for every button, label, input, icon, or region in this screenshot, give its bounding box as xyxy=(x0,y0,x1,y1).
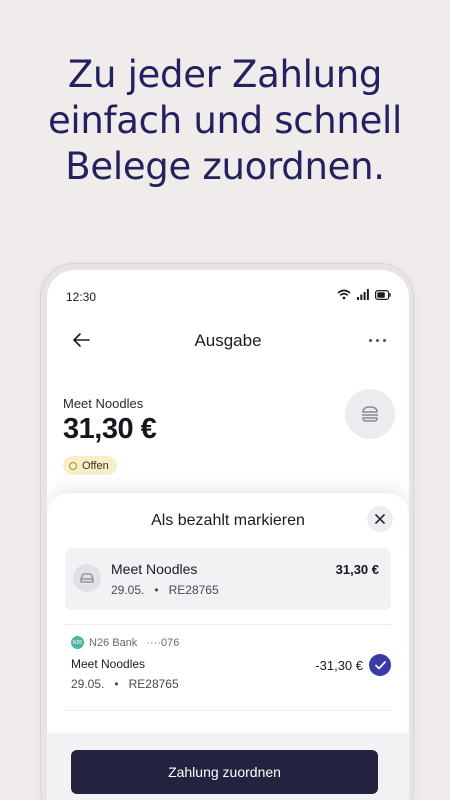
battery-icon xyxy=(375,289,391,300)
sheet-footer: Zahlung zuordnen xyxy=(47,733,409,800)
selected-checkbox[interactable] xyxy=(369,654,391,676)
check-icon xyxy=(374,660,386,669)
divider xyxy=(65,624,391,625)
headline: Zu jeder Zahlung einfach und schnell Bel… xyxy=(0,52,450,190)
bank-logo: N26 xyxy=(71,636,84,649)
mark-paid-sheet: Als bezahlt markieren Meet Noodles 29.05… xyxy=(47,493,409,800)
document-name: Meet Noodles xyxy=(111,561,198,577)
bank-payment-separator: • xyxy=(114,677,119,691)
bank-payment-amount: -31,30 € xyxy=(315,658,363,673)
document-meta: 29.05. • RE28765 xyxy=(111,583,219,597)
car-icon xyxy=(80,573,94,583)
divider xyxy=(65,710,391,711)
headline-line-3: Belege zuordnen. xyxy=(65,145,385,188)
burger-icon xyxy=(361,406,379,422)
document-reference: RE28765 xyxy=(168,583,219,597)
status-icons xyxy=(337,289,391,300)
document-separator: • xyxy=(154,583,159,597)
transaction-merchant: Meet Noodles xyxy=(63,396,144,411)
bank-payment-date: 29.05. xyxy=(71,677,105,691)
headline-line-2: einfach und schnell xyxy=(47,99,403,142)
top-bar: Ausgabe xyxy=(47,322,409,362)
status-bar: 12:30 xyxy=(47,270,409,320)
document-amount: 31,30 € xyxy=(335,562,379,577)
bank-payment-row[interactable]: N26 N26 Bank ····076 Meet Noodles 29.05.… xyxy=(65,636,391,706)
bank-payment-reference: RE28765 xyxy=(128,677,179,691)
status-time: 12:30 xyxy=(66,290,97,304)
wifi-icon xyxy=(337,289,351,300)
bank-account: ····076 xyxy=(146,636,180,649)
document-avatar xyxy=(73,564,101,592)
headline-line-1: Zu jeder Zahlung xyxy=(67,53,383,96)
document-card[interactable]: Meet Noodles 29.05. • RE28765 31,30 € xyxy=(65,548,391,610)
phone-screen: 12:30 Ausgabe Meet Noodles 31,30 € Offen… xyxy=(47,270,409,800)
status-badge-label: Offen xyxy=(82,459,109,472)
close-button[interactable] xyxy=(367,506,393,532)
more-horizontal-icon[interactable] xyxy=(365,330,389,350)
bank-payment-merchant: Meet Noodles xyxy=(71,657,146,671)
document-date: 29.05. xyxy=(111,583,145,597)
transaction-amount: 31,30 € xyxy=(63,413,157,445)
bank-payment-meta: 29.05. • RE28765 xyxy=(71,677,179,691)
assign-payment-button[interactable]: Zahlung zuordnen xyxy=(71,750,378,794)
bank-name: N26 Bank xyxy=(89,636,138,649)
page-title: Ausgabe xyxy=(194,331,262,350)
signal-icon xyxy=(357,289,369,300)
status-badge: Offen xyxy=(63,456,117,475)
bank-header: N26 N26 Bank ····076 xyxy=(71,636,179,649)
sheet-title: Als bezahlt markieren xyxy=(151,512,305,529)
phone-frame: 12:30 Ausgabe Meet Noodles 31,30 € Offen… xyxy=(40,263,414,800)
close-icon xyxy=(375,514,385,524)
category-avatar xyxy=(345,389,395,439)
status-dot-icon xyxy=(69,461,77,470)
